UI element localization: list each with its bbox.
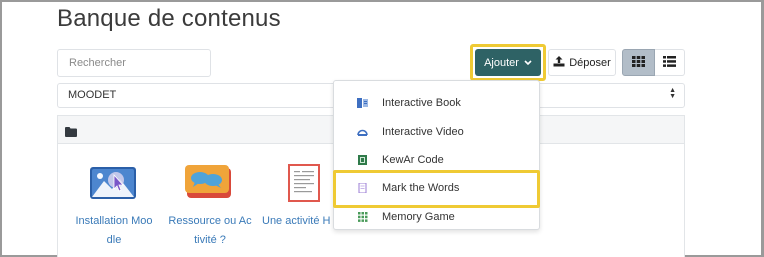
search-input[interactable] xyxy=(57,49,211,77)
select-arrows-icon: ▲ ▼ xyxy=(669,87,676,100)
qr-code-icon xyxy=(357,155,368,165)
content-item-label[interactable]: Une activité H xyxy=(258,212,338,231)
list-view-button[interactable] xyxy=(655,49,685,76)
mark-the-words-highlight xyxy=(333,170,540,208)
chat-bubbles-thumbnail[interactable] xyxy=(185,165,233,204)
content-item-label[interactable]: Ressource ou Ac tivité ? xyxy=(162,212,258,250)
content-item-label[interactable]: Installation Moo dle xyxy=(66,212,162,250)
grid-view-icon xyxy=(632,54,645,72)
document-thumbnail[interactable] xyxy=(288,164,320,207)
upload-button-label: Déposer xyxy=(569,56,611,69)
upload-icon xyxy=(553,55,565,70)
interactive-book-icon xyxy=(357,98,368,108)
grid-view-button[interactable] xyxy=(622,49,655,76)
context-select-value: MOODET xyxy=(68,89,117,101)
menu-item-interactive-book[interactable]: Interactive Book xyxy=(334,89,539,117)
folder-icon[interactable] xyxy=(65,124,77,142)
add-button[interactable]: Ajouter xyxy=(475,49,541,76)
interactive-book-thumbnail[interactable] xyxy=(90,167,136,204)
interactive-video-icon xyxy=(357,127,368,137)
list-view-icon xyxy=(663,54,676,72)
chevron-down-icon xyxy=(524,57,532,69)
upload-button[interactable]: Déposer xyxy=(548,49,616,76)
memory-game-icon xyxy=(357,212,368,222)
page-title: Banque de contenus xyxy=(57,5,281,32)
menu-item-interactive-video[interactable]: Interactive Video xyxy=(334,118,539,146)
add-button-label: Ajouter xyxy=(484,56,519,69)
